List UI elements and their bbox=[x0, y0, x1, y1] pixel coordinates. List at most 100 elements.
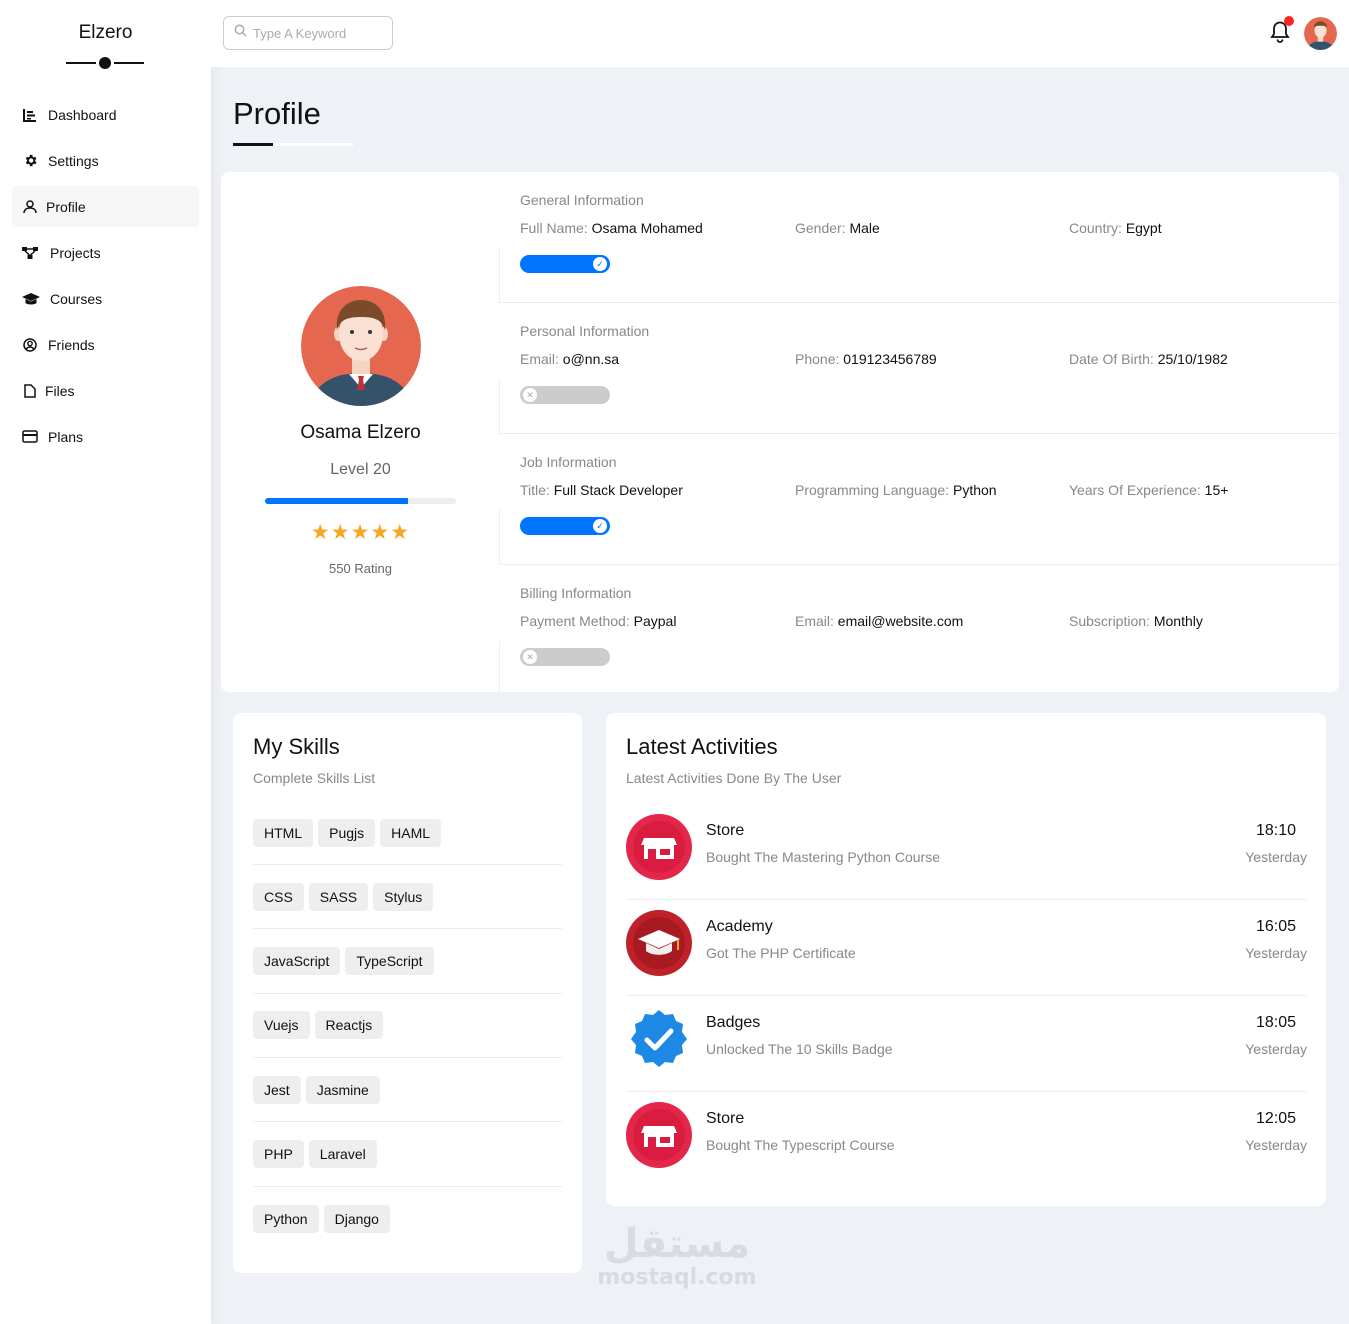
skill-tag: Jasmine bbox=[305, 1075, 380, 1104]
activity-item: Academy Got The PHP Certificate 16:05 Ye… bbox=[626, 900, 1307, 996]
watermark-latin: mostaql.com bbox=[597, 1265, 757, 1290]
activity-name: Store bbox=[706, 822, 745, 839]
job-information-toggle[interactable]: ✓ bbox=[520, 517, 610, 535]
user-circle-icon bbox=[22, 337, 38, 353]
watermark: مستقل mostaql.com bbox=[592, 1222, 762, 1290]
activities-card: Latest Activities Latest Activities Done… bbox=[606, 713, 1326, 1206]
skill-tag: Jest bbox=[253, 1075, 301, 1104]
graduation-cap-icon bbox=[22, 291, 40, 307]
info-field: Subscription: Monthly bbox=[1069, 613, 1203, 629]
activity-name: Badges bbox=[706, 1014, 761, 1031]
search-input[interactable] bbox=[253, 25, 383, 41]
star-icon: ★ bbox=[310, 521, 331, 544]
search-icon bbox=[234, 24, 247, 42]
activity-name: Store bbox=[706, 1110, 745, 1127]
billing-information-toggle[interactable]: ✕ bbox=[520, 648, 610, 666]
activity-day: Yesterday bbox=[1245, 1041, 1307, 1057]
level-progress-fill bbox=[265, 498, 409, 504]
skills-card: My Skills Complete Skills List HTML Pugjs… bbox=[233, 713, 582, 1273]
rating-count: 550 Rating bbox=[329, 561, 392, 576]
skill-row: JavaScript TypeScript bbox=[253, 930, 562, 994]
skill-tag: Python bbox=[253, 1204, 319, 1233]
job-information-section: Job Information Title: Full Stack Develo… bbox=[499, 434, 1339, 565]
skill-row: Jest Jasmine bbox=[253, 1058, 562, 1123]
skill-tag: Pugjs bbox=[318, 818, 376, 847]
info-field: Gender: Male bbox=[795, 220, 880, 236]
activities-subtitle: Latest Activities Done By The User bbox=[626, 770, 842, 786]
academy-icon bbox=[626, 910, 692, 976]
info-field: Payment Method: Paypal bbox=[520, 613, 677, 629]
rating-stars: ★★★★★ bbox=[221, 520, 500, 545]
check-icon: ✓ bbox=[593, 257, 607, 271]
notification-dot bbox=[1284, 16, 1294, 26]
info-field: Years Of Experience: 15+ bbox=[1069, 482, 1229, 498]
activity-name: Academy bbox=[706, 918, 773, 935]
info-field: Full Name: Osama Mohamed bbox=[520, 220, 703, 236]
personal-information-toggle[interactable]: ✕ bbox=[520, 386, 610, 404]
search-box[interactable] bbox=[223, 16, 393, 50]
sidebar-item-settings[interactable]: Settings bbox=[12, 140, 199, 181]
sidebar: Elzero Dashboard Settings Profile Projec… bbox=[0, 0, 211, 1324]
skill-tag: Reactjs bbox=[314, 1011, 384, 1040]
brand-name: Elzero bbox=[78, 22, 133, 43]
activities-title: Latest Activities bbox=[626, 734, 778, 759]
skill-row: HTML Pugjs HAML bbox=[253, 801, 562, 865]
billing-information-section: Billing Information Payment Method: Payp… bbox=[499, 565, 1339, 696]
info-field: Programming Language: Python bbox=[795, 482, 997, 498]
info-field: Title: Full Stack Developer bbox=[520, 482, 683, 498]
sidebar-item-files[interactable]: Files bbox=[12, 370, 199, 411]
sidebar-item-profile[interactable]: Profile bbox=[12, 186, 199, 227]
activity-description: Bought The Typescript Course bbox=[706, 1137, 895, 1153]
page-title-underline bbox=[233, 143, 353, 146]
sidebar-item-label: Friends bbox=[48, 336, 95, 353]
information-column: General Information Full Name: Osama Moh… bbox=[499, 172, 1339, 696]
star-icon: ★ bbox=[330, 521, 351, 544]
section-title: Personal Information bbox=[520, 323, 650, 339]
star-icon: ★ bbox=[370, 521, 391, 544]
skill-tag: CSS bbox=[253, 882, 304, 911]
badge-check-icon bbox=[626, 1006, 692, 1072]
info-field: Date Of Birth: 25/10/1982 bbox=[1069, 351, 1228, 367]
info-field: Phone: 019123456789 bbox=[795, 351, 937, 367]
user-icon bbox=[22, 199, 38, 215]
notifications-button[interactable] bbox=[1269, 16, 1294, 46]
sidebar-item-label: Plans bbox=[48, 428, 84, 445]
file-icon bbox=[22, 383, 38, 399]
sidebar-item-dashboard[interactable]: Dashboard bbox=[12, 94, 199, 135]
store-icon bbox=[626, 814, 692, 880]
sidebar-item-friends[interactable]: Friends bbox=[12, 324, 199, 365]
section-title: Job Information bbox=[520, 454, 617, 470]
info-field: Email: email@website.com bbox=[795, 613, 964, 629]
header-avatar[interactable] bbox=[1304, 17, 1337, 50]
skills-title: My Skills bbox=[253, 734, 340, 759]
skill-row: Vuejs Reactjs bbox=[253, 994, 562, 1058]
section-title: General Information bbox=[520, 192, 644, 208]
star-icon: ★ bbox=[390, 521, 411, 544]
credit-card-icon bbox=[22, 429, 38, 445]
sidebar-item-label: Courses bbox=[50, 290, 103, 307]
page-title: Profile bbox=[233, 96, 321, 131]
sidebar-item-label: Dashboard bbox=[48, 106, 117, 123]
gear-icon bbox=[22, 153, 38, 169]
brand-decoration bbox=[66, 56, 144, 70]
sidebar-item-projects[interactable]: Projects bbox=[12, 232, 199, 273]
activity-description: Unlocked The 10 Skills Badge bbox=[706, 1041, 893, 1057]
skill-row: CSS SASS Stylus bbox=[253, 865, 562, 930]
skill-tag: Stylus bbox=[373, 882, 434, 911]
x-icon: ✕ bbox=[523, 388, 537, 402]
skill-row: PHP Laravel bbox=[253, 1123, 562, 1187]
activity-item: Store Bought The Mastering Python Course… bbox=[626, 804, 1307, 900]
profile-name: Osama Elzero bbox=[300, 422, 421, 443]
sidebar-item-label: Files bbox=[45, 382, 75, 399]
info-field: Country: Egypt bbox=[1069, 220, 1162, 236]
sidebar-item-courses[interactable]: Courses bbox=[12, 278, 199, 319]
activity-day: Yesterday bbox=[1245, 849, 1307, 865]
skill-tag: TypeScript bbox=[345, 947, 434, 976]
sidebar-item-plans[interactable]: Plans bbox=[12, 416, 199, 457]
skill-tag: Vuejs bbox=[253, 1011, 310, 1040]
watermark-arabic: مستقل bbox=[603, 1221, 751, 1267]
activity-time: 16:05 bbox=[1255, 918, 1296, 935]
sidebar-item-label: Projects bbox=[50, 244, 101, 261]
general-information-toggle[interactable]: ✓ bbox=[520, 255, 610, 273]
skill-tag: SASS bbox=[308, 882, 369, 911]
